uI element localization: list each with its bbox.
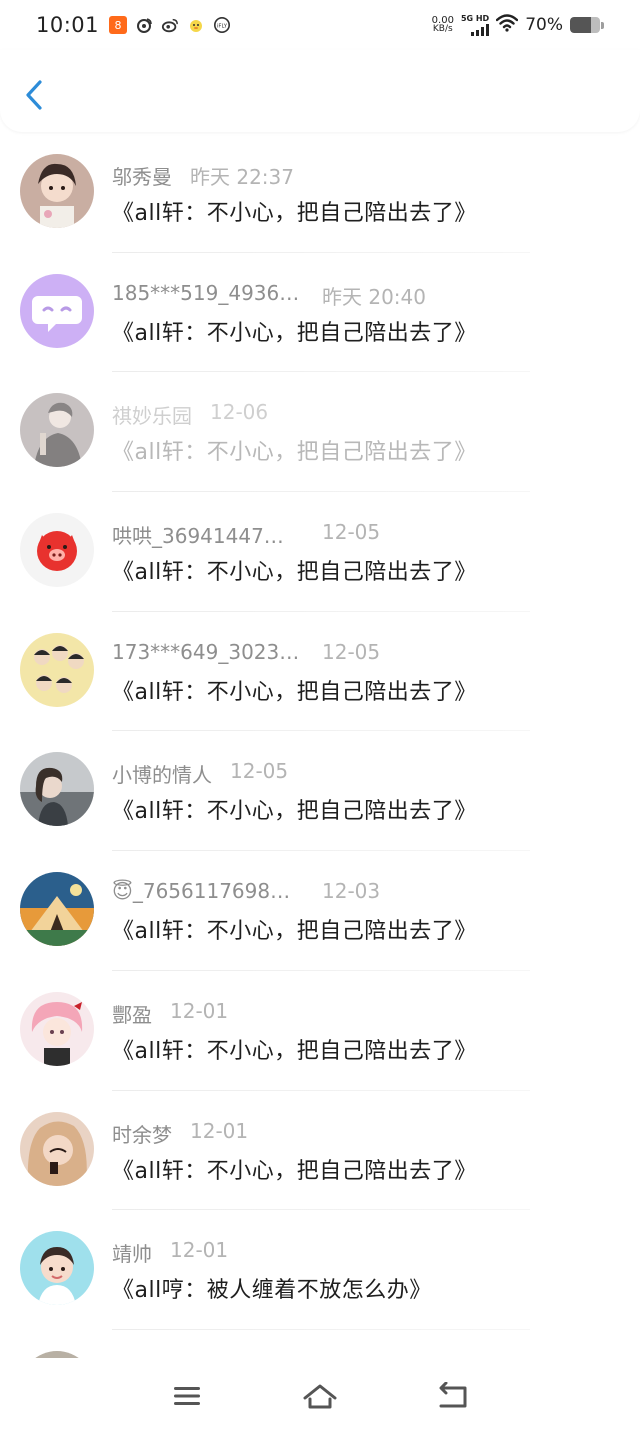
avatar[interactable] — [20, 991, 94, 1066]
user-name[interactable]: 酆盈 — [112, 999, 152, 1028]
user-name[interactable]: 😇_7656117698… — [112, 879, 302, 903]
list-item[interactable]: 邬秀曼 昨天 22:37 《all轩：不小心，把自己陪出去了》 — [0, 133, 640, 253]
home-icon — [303, 1384, 337, 1408]
list-item[interactable]: 185***519_4936… 昨天 20:40 《all轩：不小心，把自己陪出… — [0, 253, 640, 373]
back-icon — [439, 1381, 467, 1407]
user-name[interactable]: 靖帅 — [112, 1238, 152, 1267]
timestamp: 12-05 — [322, 639, 381, 664]
avatar[interactable] — [20, 752, 94, 827]
user-name[interactable]: 173***649_3023… — [112, 640, 302, 664]
user-name[interactable]: 时余梦 — [112, 1119, 172, 1148]
weibo-icon — [135, 16, 153, 34]
story-title[interactable]: 《all轩：不小心，把自己陪出去了》 — [112, 434, 477, 466]
list-item[interactable]: 😇_7656117698… 12-03 《all轩：不小心，把自己陪出去了》 — [0, 851, 640, 971]
timestamp: 昨天 22:37 — [190, 165, 294, 189]
list-item[interactable]: 173***649_3023… 12-05 《all轩：不小心，把自己陪出去了》 — [0, 612, 640, 732]
signal-bars-icon — [471, 23, 490, 36]
list-item[interactable]: 酆盈 12-01 《all轩：不小心，把自己陪出去了》 — [0, 971, 640, 1091]
timestamp: 昨天 20:40 — [322, 284, 426, 309]
avatar[interactable] — [20, 154, 94, 228]
timestamp: 12-06 — [210, 400, 269, 425]
chevron-left-icon — [26, 80, 42, 110]
story-title[interactable]: 《all轩：不小心，把自己陪出去了》 — [112, 315, 477, 347]
status-time: 10:01 — [36, 13, 100, 37]
battery-percent: 70% — [525, 15, 563, 35]
avatar[interactable] — [20, 1111, 94, 1186]
menu-icon — [173, 1386, 200, 1405]
avatar[interactable] — [20, 393, 94, 468]
user-name[interactable]: 邬秀曼 — [112, 161, 172, 190]
story-title[interactable]: 《all轩：不小心，把自己陪出去了》 — [112, 1033, 477, 1065]
notification-icons: 8 iFLY — [109, 16, 231, 34]
avatar[interactable] — [20, 1350, 94, 1358]
status-bar: 10:01 8 iFLY 0.00 KB/s 5G HD 70% — [0, 0, 640, 50]
avatar[interactable] — [20, 1231, 94, 1306]
avatar[interactable] — [20, 513, 94, 588]
user-name[interactable]: 185***519_4936… — [112, 281, 302, 310]
list-item[interactable]: 靖帅 12-01 《all哼：被人缠着不放怎么办》 — [0, 1210, 640, 1330]
timestamp: 12-05 — [322, 520, 381, 545]
app-notification-icon: 8 — [109, 16, 128, 34]
top-header — [0, 50, 640, 132]
battery-icon — [570, 17, 604, 33]
notification-list: 邬秀曼 昨天 22:37 《all轩：不小心，把自己陪出去了》 185***51… — [0, 133, 640, 1358]
svg-text:iFLY: iFLY — [217, 24, 228, 30]
menu-button[interactable] — [169, 1378, 205, 1414]
timestamp: 12-05 — [230, 759, 289, 784]
wifi-icon — [496, 14, 519, 36]
story-title[interactable]: 《all轩：不小心，把自己陪出去了》 — [112, 793, 477, 825]
avatar[interactable] — [20, 273, 94, 348]
avatar[interactable] — [20, 632, 94, 707]
list-item-partial[interactable] — [0, 1330, 640, 1358]
timestamp: 12-01 — [190, 1118, 249, 1143]
cellular-signal: 5G HD — [460, 13, 490, 36]
user-name[interactable]: 小博的情人 — [112, 759, 212, 788]
story-title[interactable]: 《all轩：不小心，把自己陪出去了》 — [112, 674, 477, 706]
story-title[interactable]: 《all哼：被人缠着不放怎么办》 — [112, 1272, 432, 1304]
list-item[interactable]: 时余梦 12-01 《all轩：不小心，把自己陪出去了》 — [0, 1091, 640, 1211]
back-button[interactable] — [20, 78, 50, 112]
story-title[interactable]: 《all轩：不小心，把自己陪出去了》 — [112, 913, 477, 945]
system-nav-bar — [0, 1358, 640, 1433]
user-name[interactable]: 祺妙乐园 — [112, 400, 192, 429]
weibo-icon — [161, 16, 179, 34]
network-speed: 0.00 KB/s — [432, 16, 454, 34]
net-speed-unit: KB/s — [432, 24, 453, 34]
story-title[interactable]: 《all轩：不小心，把自己陪出去了》 — [112, 1153, 477, 1185]
story-title[interactable]: 《all轩：不小心，把自己陪出去了》 — [112, 195, 477, 227]
list-item[interactable]: 哄哄_36941447… 12-05 《all轩：不小心，把自己陪出去了》 — [0, 492, 640, 612]
timestamp: 12-01 — [170, 998, 229, 1023]
timestamp: 12-03 — [322, 879, 381, 904]
avatar[interactable] — [20, 872, 94, 947]
timestamp: 12-01 — [170, 1238, 229, 1263]
duck-icon — [187, 16, 205, 34]
signal-label: 5G HD — [460, 13, 490, 23]
ifly-icon: iFLY — [213, 16, 231, 34]
list-item[interactable]: 小博的情人 12-05 《all轩：不小心，把自己陪出去了》 — [0, 731, 640, 852]
story-title[interactable]: 《all轩：不小心，把自己陪出去了》 — [112, 554, 477, 586]
user-name[interactable]: 哄哄_36941447… — [112, 520, 302, 549]
home-button[interactable] — [302, 1378, 338, 1414]
list-item[interactable]: 祺妙乐园 12-06 《all轩：不小心，把自己陪出去了》 — [0, 372, 640, 493]
system-back-button[interactable] — [435, 1378, 471, 1414]
